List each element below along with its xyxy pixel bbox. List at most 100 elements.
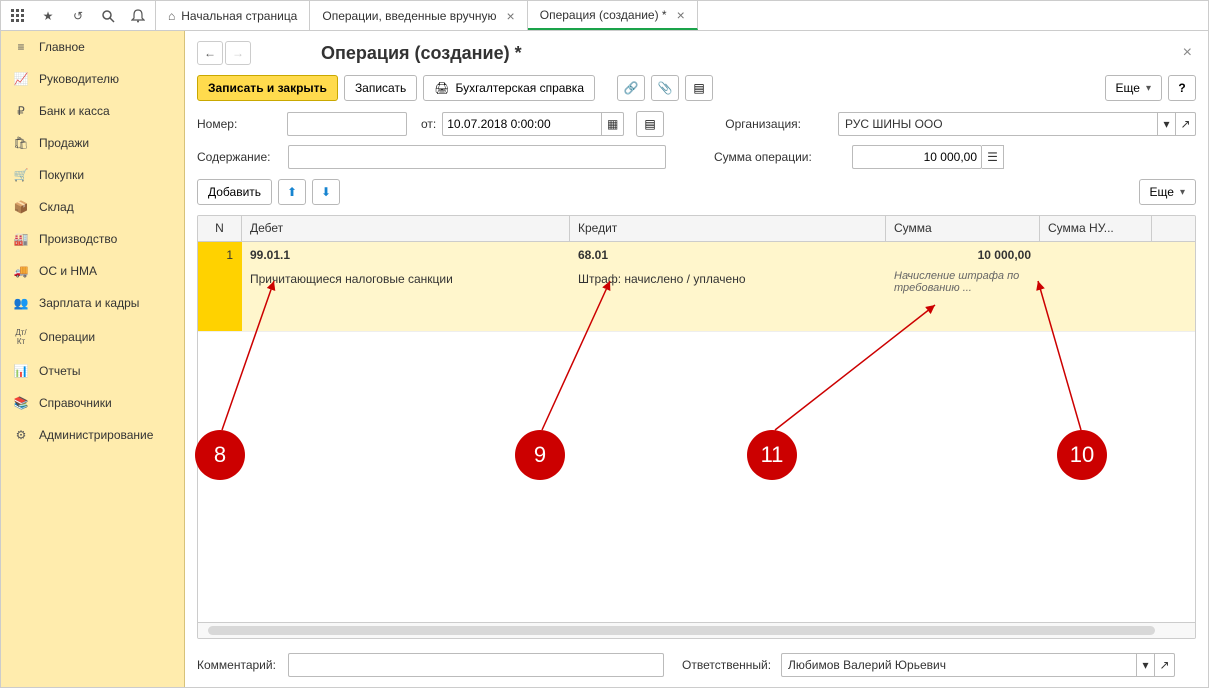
sumop-label: Сумма операции:: [714, 150, 846, 164]
sidebar-item[interactable]: ≡ Главное: [1, 31, 184, 63]
content-input[interactable]: [288, 145, 666, 169]
sidebar-item-icon: 📊: [13, 364, 29, 378]
tab-close-icon[interactable]: ×: [677, 7, 685, 23]
accounting-ref-button[interactable]: 🖨 Бухгалтерская справка: [423, 75, 595, 101]
tab[interactable]: ⌂Начальная страница: [156, 1, 310, 30]
sheet-icon-button[interactable]: ▤: [636, 111, 664, 137]
organization-open-icon[interactable]: ↗: [1176, 112, 1196, 136]
history-icon[interactable]: ↺: [63, 1, 93, 31]
save-and-close-button[interactable]: Записать и закрыть: [197, 75, 338, 101]
from-label: от:: [421, 117, 436, 131]
kredit-account: 68.01: [578, 248, 877, 262]
sidebar-item[interactable]: 📈 Руководителю: [1, 63, 184, 95]
calendar-icon[interactable]: ▦: [602, 112, 624, 136]
sidebar-item[interactable]: 📚 Справочники: [1, 387, 184, 419]
summa-desc: Начисление штрафа по требованию ...: [894, 270, 1031, 294]
date-input[interactable]: [442, 112, 602, 136]
sidebar-item[interactable]: 🏭 Производство: [1, 223, 184, 255]
sidebar-item-icon: 📈: [13, 72, 29, 86]
sidebar-item-label: Производство: [39, 232, 117, 246]
col-summanu-header[interactable]: Сумма НУ...: [1040, 216, 1152, 241]
sidebar-item-label: Главное: [39, 40, 85, 54]
home-icon: ⌂: [168, 9, 175, 23]
organization-value: РУС ШИНЫ ООО: [845, 117, 943, 131]
sidebar-item-label: Зарплата и кадры: [39, 296, 139, 310]
col-n-header[interactable]: N: [198, 216, 242, 241]
table-row[interactable]: 199.01.1Причитающиеся налоговые санкции6…: [198, 242, 1195, 332]
sidebar-item[interactable]: 📦Склад: [1, 191, 184, 223]
cell-summanu[interactable]: [1040, 242, 1152, 331]
sidebar: ≡ Главное 📈 Руководителю ₽ Банк и касса 🛍 Прода…: [1, 31, 185, 687]
more-button[interactable]: Еще: [1105, 75, 1162, 101]
sidebar-item[interactable]: ₽ Банк и касса: [1, 95, 184, 127]
tab-close-icon[interactable]: ×: [507, 8, 515, 24]
star-icon[interactable]: ★: [33, 1, 63, 31]
sidebar-item-label: Администрирование: [39, 428, 153, 442]
nav-back-button[interactable]: ←: [197, 41, 223, 65]
sidebar-item[interactable]: 📊Отчеты: [1, 355, 184, 387]
sidebar-item-icon: 🚚: [13, 264, 29, 278]
tab[interactable]: Операция (создание) * ×: [528, 1, 698, 30]
save-button[interactable]: Записать: [344, 75, 417, 101]
accounting-ref-label: Бухгалтерская справка: [455, 81, 584, 95]
entries-table: N Дебет Кредит Сумма Сумма НУ... 199.01.…: [197, 215, 1196, 639]
col-debet-header[interactable]: Дебет: [242, 216, 570, 241]
list-icon-button[interactable]: ▤: [685, 75, 713, 101]
table-more-button[interactable]: Еще: [1139, 179, 1196, 205]
sidebar-item-icon: 📚: [13, 396, 29, 410]
bell-icon[interactable]: [123, 1, 153, 31]
help-button[interactable]: ?: [1168, 75, 1196, 101]
responsible-select[interactable]: Любимов Валерий Юрьевич: [781, 653, 1137, 677]
sidebar-item-icon: 🏭: [13, 232, 29, 246]
cell-debet[interactable]: 99.01.1Причитающиеся налоговые санкции: [242, 242, 570, 331]
sidebar-item[interactable]: ⚙Администрирование: [1, 419, 184, 451]
move-down-button[interactable]: ⬇: [312, 179, 340, 205]
sumop-input[interactable]: [852, 145, 982, 169]
number-input[interactable]: [287, 112, 407, 136]
sidebar-item-icon: Дт/Кт: [13, 328, 29, 346]
main-panel: ← → Операция (создание) * × Записать и з…: [185, 31, 1208, 687]
sidebar-item[interactable]: Дт/Кт Операции: [1, 319, 184, 355]
tab[interactable]: Операции, введенные вручную×: [310, 1, 527, 30]
sumop-calc-icon[interactable]: ☰: [982, 145, 1004, 169]
sidebar-item-label: Справочники: [39, 396, 112, 410]
sidebar-item[interactable]: 🚚ОС и НМА: [1, 255, 184, 287]
cell-summa[interactable]: 10 000,00Начисление штрафа по требованию…: [886, 242, 1040, 331]
sidebar-item-label: Банк и касса: [39, 104, 110, 118]
sidebar-item[interactable]: 🛍 Продажи: [1, 127, 184, 159]
sidebar-item[interactable]: 👥Зарплата и кадры: [1, 287, 184, 319]
horizontal-scrollbar[interactable]: [198, 622, 1195, 638]
sidebar-item-icon: ≡: [13, 40, 29, 54]
table-header: N Дебет Кредит Сумма Сумма НУ...: [198, 216, 1195, 242]
col-summa-header[interactable]: Сумма: [886, 216, 1040, 241]
print-icon: 🖨: [434, 81, 449, 95]
responsible-dropdown-icon[interactable]: ▾: [1137, 653, 1155, 677]
sidebar-item-icon: ₽: [13, 104, 29, 118]
content-label: Содержание:: [197, 150, 282, 164]
add-row-button[interactable]: Добавить: [197, 179, 272, 205]
search-icon[interactable]: [93, 1, 123, 31]
apps-icon[interactable]: [3, 1, 33, 31]
sidebar-item-label: Продажи: [39, 136, 89, 150]
debet-account: 99.01.1: [250, 248, 561, 262]
callout-11: 11: [747, 430, 797, 480]
sidebar-item-label: Руководителю: [39, 72, 119, 86]
tab-label: Операция (создание) *: [540, 8, 667, 22]
cell-kredit[interactable]: 68.01 Штраф: начислено / уплачено: [570, 242, 886, 331]
sidebar-item-label: Операции: [39, 330, 95, 344]
comment-input[interactable]: [288, 653, 664, 677]
responsible-open-icon[interactable]: ↗: [1155, 653, 1175, 677]
col-kredit-header[interactable]: Кредит: [570, 216, 886, 241]
attach-icon-button[interactable]: 📎: [651, 75, 679, 101]
organization-dropdown-icon[interactable]: ▾: [1158, 112, 1176, 136]
sidebar-item-label: Склад: [39, 200, 74, 214]
sidebar-item-icon: 🛍: [13, 136, 29, 150]
link-icon-button[interactable]: 🔗: [617, 75, 645, 101]
close-icon[interactable]: ×: [1183, 44, 1192, 62]
move-up-button[interactable]: ⬆: [278, 179, 306, 205]
organization-label: Организация:: [725, 117, 832, 131]
callout-8: 8: [195, 430, 245, 480]
organization-select[interactable]: РУС ШИНЫ ООО: [838, 112, 1158, 136]
kredit-desc: Штраф: начислено / уплачено: [578, 272, 877, 286]
sidebar-item[interactable]: 🛒Покупки: [1, 159, 184, 191]
